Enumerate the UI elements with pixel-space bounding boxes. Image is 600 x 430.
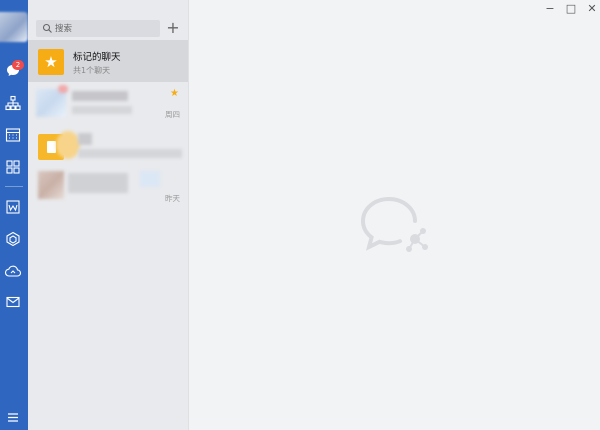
chat-title [72,91,128,101]
chat-item[interactable]: ★ 周四 [28,83,188,125]
rail-divider [5,186,23,187]
chat-subtitle [72,106,132,114]
search-icon [42,23,52,33]
mail-icon[interactable] [4,293,22,311]
chat-time: 周四 [165,110,180,119]
calendar-icon[interactable] [4,126,22,144]
search-input[interactable] [55,20,155,37]
main-panel: − □ ✕ [189,0,600,430]
chat-title: 标记的聊天 [73,52,121,63]
chat-item[interactable]: 昨天 [28,167,188,209]
unread-badge: 2 [12,60,24,70]
workbench-icon[interactable] [4,230,22,248]
apps-icon[interactable] [4,158,22,176]
avatar [38,171,64,199]
chat-time: 昨天 [165,194,180,203]
minimize-button[interactable]: − [543,2,557,16]
avatar [36,89,66,117]
star-icon: ★ [38,49,64,75]
chat-subtitle [78,149,182,158]
wecom-logo-icon [360,197,428,252]
star-icon: ★ [170,88,179,99]
avatar-overlay [56,131,80,159]
attachment-thumb [140,171,160,187]
close-button[interactable]: ✕ [585,2,599,16]
cloud-drive-icon[interactable] [4,262,22,280]
chat-item-starred[interactable]: ★ 标记的聊天 共1个聊天 [28,40,188,82]
docs-icon[interactable] [4,198,22,216]
chat-title [78,133,92,145]
avatar-badge [58,85,68,93]
search-box[interactable] [36,20,160,37]
chat-title [68,173,128,193]
add-button[interactable]: + [165,19,181,37]
avatar[interactable] [0,12,28,42]
nav-rail: 2 [0,0,28,430]
contacts-icon[interactable] [4,94,22,112]
chat-item[interactable] [28,125,188,167]
chat-list-panel: + ★ 标记的聊天 共1个聊天 ★ 周四 昨天 [28,0,189,430]
maximize-button[interactable]: □ [564,2,578,16]
chat-subtitle: 共1个聊天 [73,66,111,75]
menu-icon[interactable] [4,408,22,426]
